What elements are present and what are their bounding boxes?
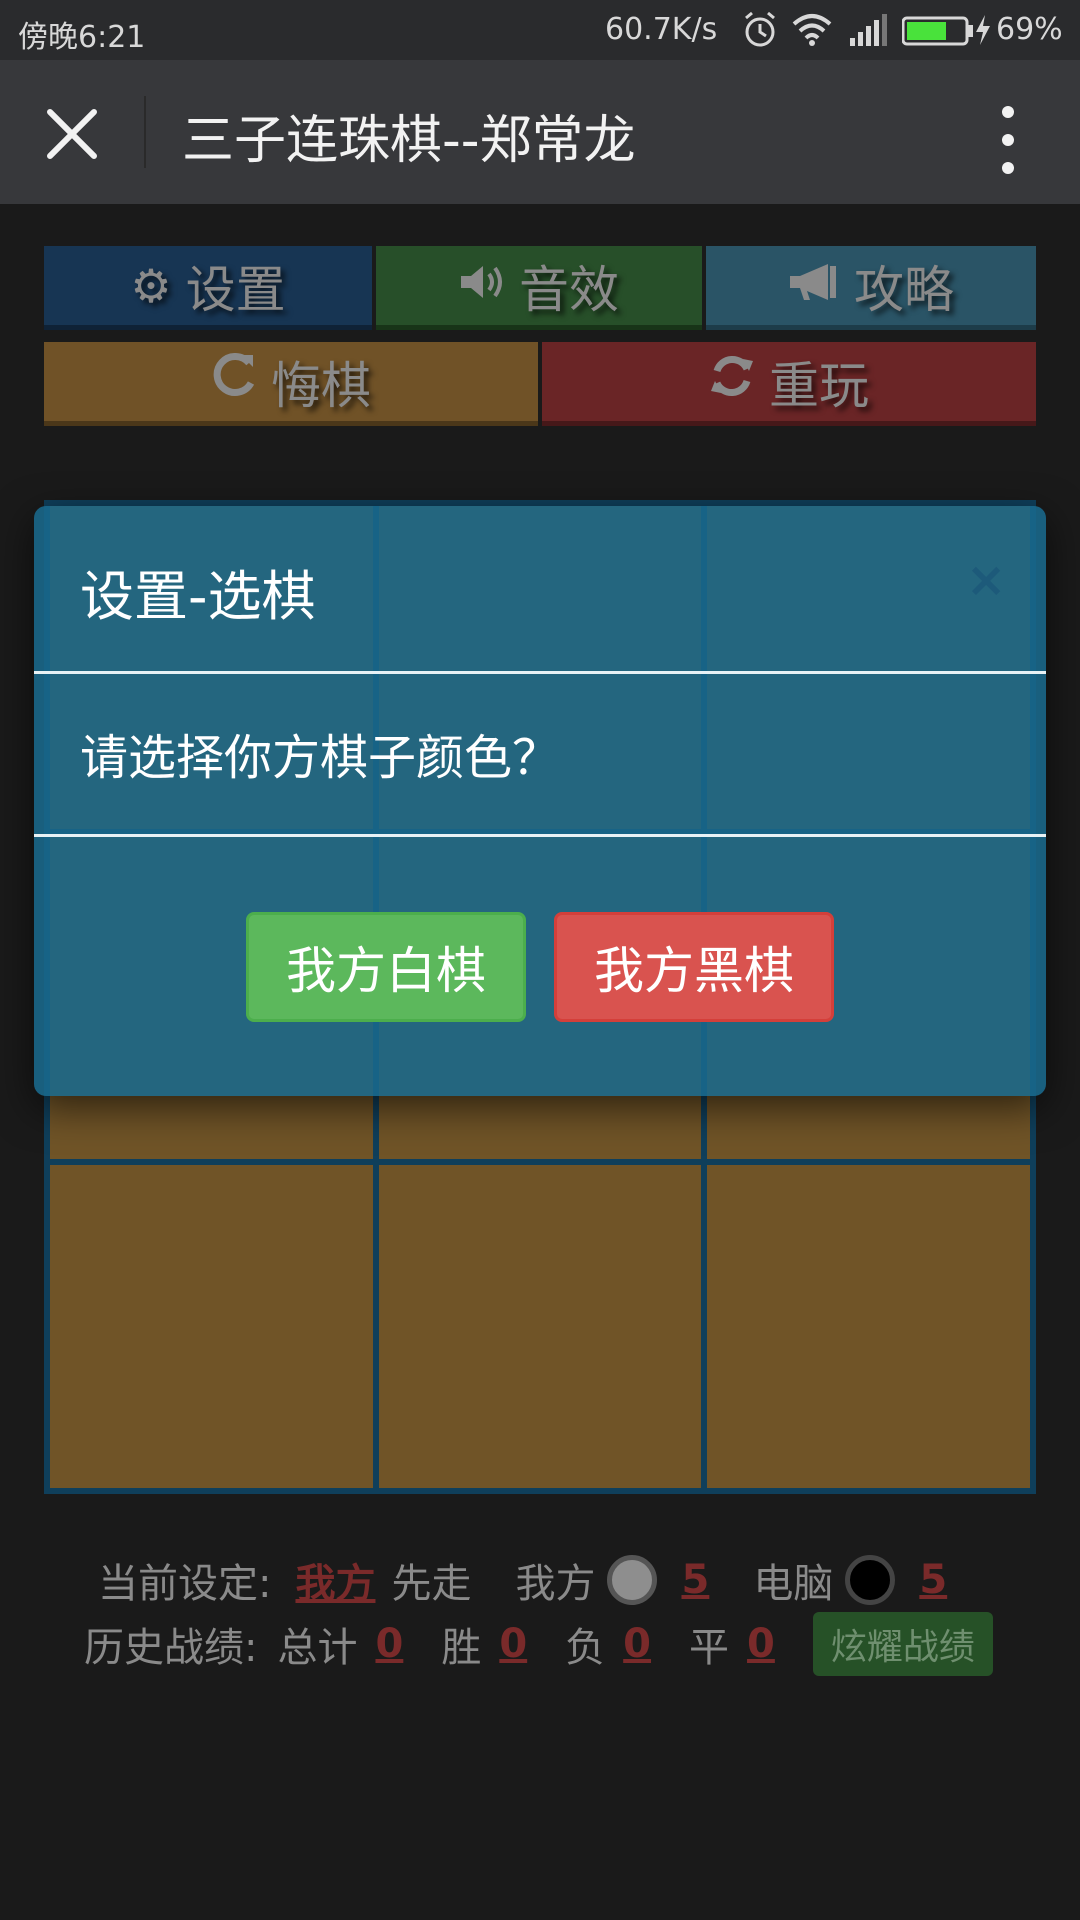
win-label: 胜 <box>441 1625 482 1671</box>
first-suffix: 先走 <box>391 1561 472 1607</box>
choose-black-button[interactable]: 我方黑棋 <box>554 912 834 1022</box>
modal-footer-divider <box>34 834 1046 837</box>
modal-close-button[interactable]: × <box>966 552 1006 608</box>
title-divider <box>144 96 146 168</box>
sound-button[interactable]: 音效 <box>376 246 702 330</box>
more-vertical-icon[interactable] <box>990 98 1026 194</box>
total-count[interactable]: 0 <box>375 1621 403 1667</box>
history-label: 历史战绩: <box>84 1625 258 1671</box>
choose-color-modal: 设置-选棋 × 请选择你方棋子颜色？ 我方白棋 我方黑棋 <box>34 506 1046 1096</box>
choose-white-button[interactable]: 我方白棋 <box>246 912 526 1022</box>
current-settings-label: 当前设定: <box>98 1561 272 1607</box>
history-row: 历史战绩: 总计 0 胜 0 负 0 平 0 炫耀战绩 <box>84 1612 993 1676</box>
cpu-count-link[interactable]: 5 <box>919 1557 947 1603</box>
settings-button[interactable]: ⚙ 设置 <box>44 246 372 330</box>
title-bar: 三子连珠棋--郑常龙 <box>0 60 1080 204</box>
lose-label: 负 <box>565 1625 606 1671</box>
settings-label: 设置 <box>185 260 286 319</box>
lose-count[interactable]: 0 <box>623 1621 651 1667</box>
board-cell[interactable] <box>378 1164 702 1488</box>
modal-question: 请选择你方棋子颜色？ <box>80 730 561 786</box>
page-title: 三子连珠棋--郑常龙 <box>182 111 636 171</box>
draw-label: 平 <box>689 1625 730 1671</box>
undo-label: 悔棋 <box>271 356 371 415</box>
first-player-link[interactable]: 我方 <box>295 1551 375 1609</box>
signal-icon <box>848 10 888 58</box>
win-count[interactable]: 0 <box>499 1621 527 1667</box>
refresh-icon <box>709 353 755 410</box>
total-label: 总计 <box>277 1625 358 1671</box>
sound-label: 音效 <box>519 260 619 319</box>
black-stone-icon <box>845 1555 896 1605</box>
board-cell[interactable] <box>707 1164 1030 1488</box>
gear-icon: ⚙ <box>130 258 172 313</box>
board-cell[interactable] <box>50 1164 373 1488</box>
wifi-icon <box>792 10 832 58</box>
show-off-record-button[interactable]: 炫耀战绩 <box>812 1612 993 1676</box>
me-label: 我方 <box>515 1561 596 1607</box>
network-speed: 60.7K/s <box>605 12 718 47</box>
modal-header-divider <box>34 671 1046 674</box>
status-bar: 傍晚6:21 60.7K/s 69% <box>0 0 1080 60</box>
megaphone-icon <box>788 259 840 313</box>
current-settings-row: 当前设定: 我方 先走 我方 5 电脑 5 <box>98 1550 947 1610</box>
me-count-link[interactable]: 5 <box>681 1557 709 1603</box>
cpu-label: 电脑 <box>753 1561 834 1607</box>
guide-button[interactable]: 攻略 <box>706 246 1036 330</box>
undo-icon <box>211 353 257 410</box>
close-icon[interactable] <box>40 102 104 166</box>
guide-label: 攻略 <box>854 260 954 319</box>
white-stone-icon <box>607 1555 658 1605</box>
draw-count[interactable]: 0 <box>747 1621 775 1667</box>
undo-button[interactable]: 悔棋 <box>44 342 538 426</box>
restart-button[interactable]: 重玩 <box>542 342 1036 426</box>
status-time: 傍晚6:21 <box>18 20 146 55</box>
battery-icon <box>901 14 974 54</box>
alarm-icon <box>742 10 778 58</box>
charging-icon <box>974 14 992 54</box>
restart-label: 重玩 <box>769 356 869 415</box>
battery-percent: 69% <box>996 12 1063 47</box>
modal-title: 设置-选棋 <box>80 565 316 628</box>
speaker-icon <box>459 259 505 313</box>
